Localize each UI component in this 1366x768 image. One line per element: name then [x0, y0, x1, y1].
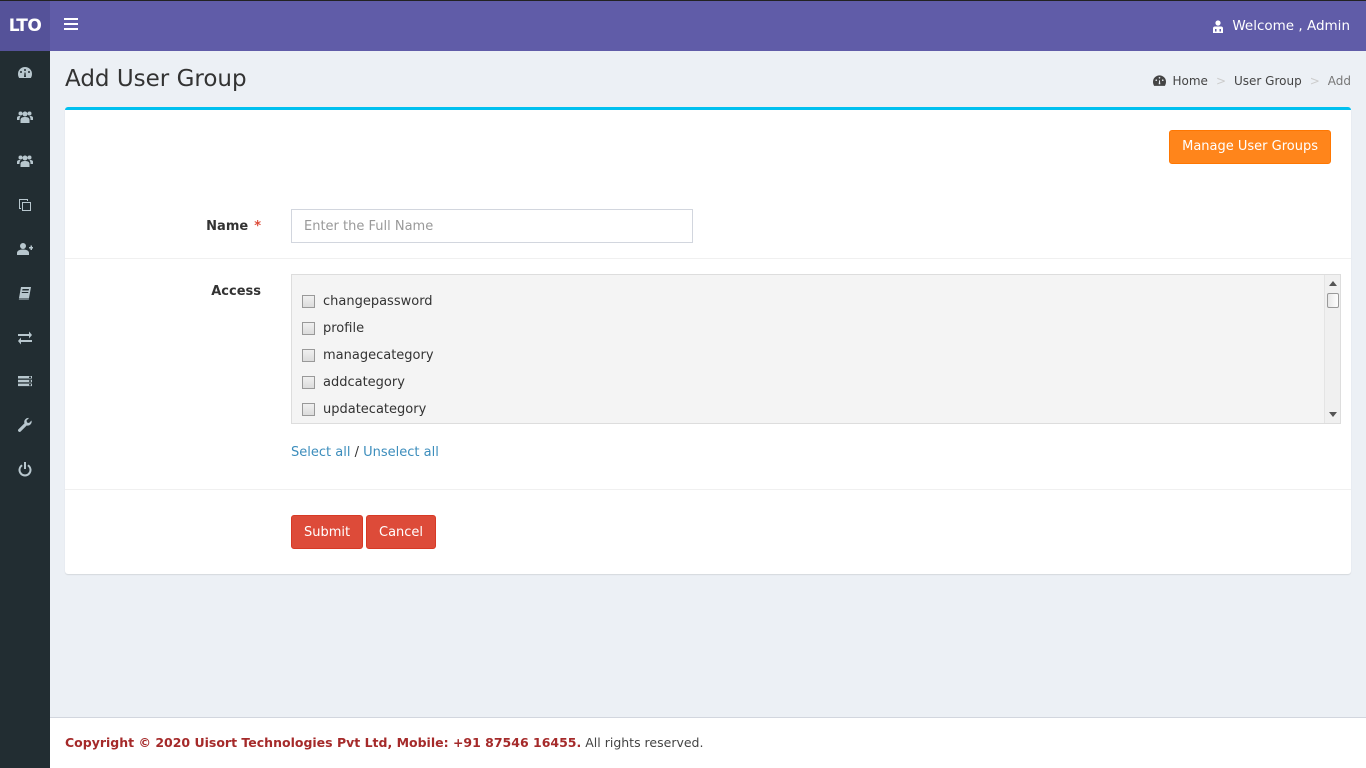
- sidebar-item-settings[interactable]: [0, 403, 50, 447]
- breadcrumb-user-group[interactable]: User Group: [1234, 74, 1302, 88]
- user-menu[interactable]: Welcome , Admin: [1212, 1, 1350, 51]
- sidebar-item-add-user[interactable]: [0, 227, 50, 271]
- checkbox[interactable]: [302, 376, 315, 389]
- access-item-changepassword[interactable]: changepassword: [302, 294, 433, 309]
- select-links: Select all / Unselect all: [291, 445, 439, 460]
- exchange-icon: [18, 331, 32, 345]
- required-mark: *: [254, 219, 261, 234]
- access-item-label: profile: [323, 321, 365, 336]
- logo[interactable]: LTO: [0, 1, 50, 51]
- breadcrumb: Home > User Group > Add: [1152, 74, 1351, 88]
- user-plus-icon: [17, 243, 33, 255]
- unselect-all-link[interactable]: Unselect all: [363, 445, 439, 460]
- page-title: Add User Group: [65, 66, 247, 92]
- scroll-up-arrow-icon[interactable]: [1329, 281, 1337, 286]
- cancel-button[interactable]: Cancel: [366, 515, 437, 549]
- name-label-text: Name: [206, 219, 249, 234]
- access-item-updatecategory[interactable]: updatecategory: [302, 402, 426, 417]
- breadcrumb-home[interactable]: Home: [1173, 74, 1208, 88]
- users-icon: [17, 111, 33, 123]
- access-item-profile[interactable]: profile: [302, 321, 364, 336]
- copy-icon: [19, 199, 31, 211]
- welcome-text: Welcome , Admin: [1232, 18, 1350, 34]
- rights-text: All rights reserved.: [585, 735, 704, 750]
- breadcrumb-current: Add: [1327, 74, 1351, 88]
- wrench-icon: [18, 417, 32, 432]
- sidebar-item-users[interactable]: [0, 95, 50, 139]
- sidebar-item-logout[interactable]: [0, 447, 50, 491]
- list-icon: [18, 376, 32, 387]
- sidebar-item-transfer[interactable]: [0, 315, 50, 359]
- user-group-icon: [17, 155, 33, 167]
- form-box: Manage User Groups Name * Access changepa…: [65, 107, 1351, 574]
- access-item-addcategory[interactable]: addcategory: [302, 375, 405, 390]
- checkbox[interactable]: [302, 295, 315, 308]
- divider: [65, 258, 1351, 259]
- book-icon: [18, 287, 31, 300]
- sidebar-item-dashboard[interactable]: [0, 51, 50, 95]
- access-item-managecategory[interactable]: managecategory: [302, 348, 434, 363]
- select-all-link[interactable]: Select all: [291, 445, 350, 460]
- dashboard-icon: [18, 67, 32, 78]
- access-label: Access: [211, 284, 261, 299]
- access-item-label: updatecategory: [323, 402, 427, 417]
- user-icon: [1213, 19, 1224, 33]
- footer: Copyright © 2020 Uisort Technologies Pvt…: [50, 717, 1366, 768]
- access-item-label: changepassword: [323, 294, 433, 309]
- breadcrumb-separator: >: [1309, 74, 1320, 88]
- sidebar-item-list[interactable]: [0, 359, 50, 403]
- dashboard-icon: [1152, 75, 1166, 86]
- checkbox[interactable]: [302, 349, 315, 362]
- access-item-label: managecategory: [323, 348, 434, 363]
- sidebar-item-user-groups[interactable]: [0, 139, 50, 183]
- slash: /: [354, 445, 359, 460]
- submit-button[interactable]: Submit: [291, 515, 364, 549]
- checkbox[interactable]: [302, 403, 315, 416]
- scrollbar-thumb[interactable]: [1327, 293, 1339, 308]
- access-list-scrollbar[interactable]: [1324, 275, 1340, 423]
- name-label: Name *: [65, 219, 261, 234]
- power-icon: [18, 462, 32, 477]
- name-input[interactable]: [291, 209, 693, 243]
- hamburger-icon[interactable]: [64, 18, 78, 32]
- access-item-label: addcategory: [323, 375, 405, 390]
- access-list[interactable]: changepassword profile managecategory ad…: [291, 274, 1341, 424]
- manage-user-groups-button[interactable]: Manage User Groups: [1169, 130, 1331, 164]
- top-header: LTO Welcome , Admin: [0, 0, 1366, 51]
- breadcrumb-separator: >: [1215, 74, 1226, 88]
- scroll-down-arrow-icon[interactable]: [1329, 412, 1337, 417]
- main-content: Add User Group Home > User Group > Add M…: [50, 51, 1366, 717]
- divider: [65, 489, 1351, 490]
- copyright-text: Copyright © 2020 Uisort Technologies Pvt…: [65, 735, 582, 750]
- checkbox[interactable]: [302, 322, 315, 335]
- sidebar-item-copy[interactable]: [0, 183, 50, 227]
- sidebar: [0, 51, 50, 768]
- sidebar-item-book[interactable]: [0, 271, 50, 315]
